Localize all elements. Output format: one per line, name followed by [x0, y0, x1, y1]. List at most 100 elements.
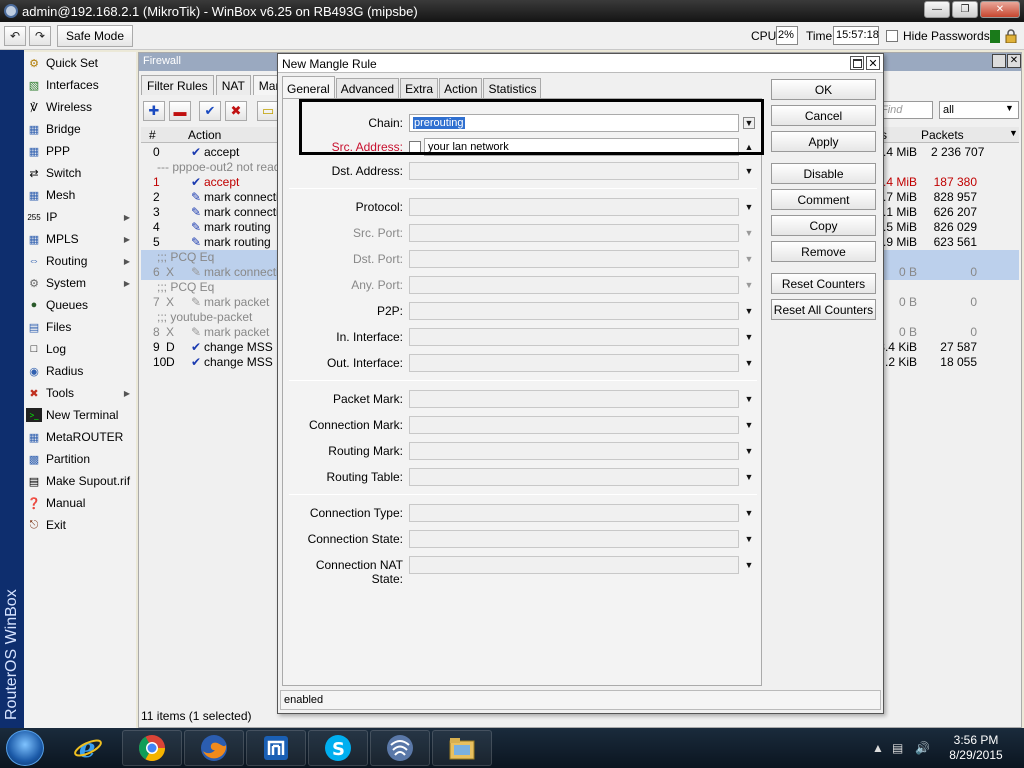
sidebar-item-switch[interactable]: ⇄ Switch — [24, 162, 136, 184]
sidebar-item-exit[interactable]: ⎋ Exit — [24, 514, 136, 536]
connection-mark-dropdown-icon[interactable]: ▼ — [743, 419, 755, 431]
safe-mode-button[interactable]: Safe Mode — [57, 25, 133, 47]
ok-button[interactable]: OK — [771, 79, 876, 100]
disable-rule-button[interactable]: ✖ — [225, 101, 247, 121]
sidebar-item-queues[interactable]: ● Queues — [24, 294, 136, 316]
col-action[interactable]: Action — [188, 128, 221, 142]
routing-mark-dropdown-icon[interactable]: ▼ — [743, 445, 755, 457]
find-input[interactable]: Find — [877, 101, 933, 119]
remove-rule-button[interactable]: ▬ — [169, 101, 191, 121]
firewall-close-button[interactable]: ✕ — [1007, 54, 1021, 68]
disable-button[interactable]: Disable — [771, 163, 876, 184]
connection-type-input[interactable] — [409, 504, 739, 522]
tab-statistics[interactable]: Statistics — [483, 78, 542, 98]
sidebar-item-mpls[interactable]: ▦ MPLS ▶ — [24, 228, 136, 250]
sidebar-item-new-terminal[interactable]: >_ New Terminal — [24, 404, 136, 426]
taskbar-chrome[interactable] — [122, 730, 182, 766]
taskbar-file-explorer[interactable] — [432, 730, 492, 766]
dst-address-dropdown-icon[interactable]: ▼ — [743, 165, 755, 177]
sidebar-item-system[interactable]: ⚙ System ▶ — [24, 272, 136, 294]
columns-dropdown-icon[interactable]: ▼ — [1009, 128, 1018, 138]
sidebar-item-mesh[interactable]: ▦ Mesh — [24, 184, 136, 206]
sidebar-item-metarouter[interactable]: ▦ MetaROUTER — [24, 426, 136, 448]
tab-filter-rules[interactable]: Filter Rules — [141, 75, 214, 95]
sidebar-item-ip[interactable]: 255 IP ▶ — [24, 206, 136, 228]
sidebar-item-ppp[interactable]: ▦ PPP — [24, 140, 136, 162]
close-button[interactable]: ✕ — [980, 1, 1020, 18]
sidebar-item-wireless[interactable]: ℣ Wireless — [24, 96, 136, 118]
reset-all-counters-button[interactable]: Reset All Counters — [771, 299, 876, 320]
sidebar-item-bridge[interactable]: ▦ Bridge — [24, 118, 136, 140]
sidebar-item-routing[interactable]: ⇔ Routing ▶ — [24, 250, 136, 272]
taskbar-skype[interactable]: S — [308, 730, 368, 766]
sidebar-item-partition[interactable]: ▩ Partition — [24, 448, 136, 470]
filter-dropdown-icon[interactable]: ▼ — [1005, 103, 1014, 113]
in-interface-dropdown-icon[interactable]: ▼ — [743, 331, 755, 343]
volume-icon[interactable]: 🔊 — [915, 741, 930, 755]
sidebar-item-radius[interactable]: ◉ Radius — [24, 360, 136, 382]
packet-mark-input[interactable] — [409, 390, 739, 408]
packet-mark-dropdown-icon[interactable]: ▼ — [743, 393, 755, 405]
src-address-negate-checkbox[interactable] — [409, 141, 421, 153]
remove-button[interactable]: Remove — [771, 241, 876, 262]
sidebar-item-log[interactable]: □ Log — [24, 338, 136, 360]
sidebar-item-quick-set[interactable]: ⚙ Quick Set — [24, 52, 136, 74]
sidebar-item-interfaces[interactable]: ▧ Interfaces — [24, 74, 136, 96]
taskbar-maxthon[interactable] — [246, 730, 306, 766]
sidebar-item-tools[interactable]: ✖ Tools ▶ — [24, 382, 136, 404]
out-interface-input[interactable] — [409, 354, 739, 372]
cancel-button[interactable]: Cancel — [771, 105, 876, 126]
col-num[interactable]: # — [149, 128, 156, 142]
in-interface-input[interactable] — [409, 328, 739, 346]
dst-address-input[interactable] — [409, 162, 739, 180]
copy-button[interactable]: Copy — [771, 215, 876, 236]
p2p-input[interactable] — [409, 302, 739, 320]
firewall-maximize-button[interactable] — [992, 54, 1006, 68]
connection-state-input[interactable] — [409, 530, 739, 548]
src-address-input[interactable]: your lan network — [424, 138, 739, 156]
dialog-close-button[interactable]: ✕ — [866, 56, 880, 70]
sidebar-item-manual[interactable]: ❓ Manual — [24, 492, 136, 514]
show-hidden-icons-icon[interactable]: ▲ — [872, 741, 884, 755]
p2p-dropdown-icon[interactable]: ▼ — [743, 305, 755, 317]
tab-advanced[interactable]: Advanced — [335, 78, 400, 98]
enable-rule-button[interactable]: ✔ — [199, 101, 221, 121]
taskbar-firefox[interactable] — [184, 730, 244, 766]
sidebar-item-files[interactable]: ▤ Files — [24, 316, 136, 338]
connection-nat-state-dropdown-icon[interactable]: ▼ — [743, 559, 755, 571]
sidebar-item-make-supout[interactable]: ▤ Make Supout.rif — [24, 470, 136, 492]
connection-type-dropdown-icon[interactable]: ▼ — [743, 507, 755, 519]
add-rule-button[interactable]: ✚ — [143, 101, 165, 121]
routing-mark-input[interactable] — [409, 442, 739, 460]
routing-table-dropdown-icon[interactable]: ▼ — [743, 471, 755, 483]
start-button[interactable] — [6, 730, 44, 766]
taskbar-internet-explorer[interactable]: e — [58, 730, 118, 766]
tab-extra[interactable]: Extra — [400, 78, 439, 98]
chain-dropdown-icon[interactable]: ▼ — [743, 117, 755, 129]
undo-button[interactable]: ↶ — [4, 26, 26, 46]
protocol-dropdown-icon[interactable]: ▼ — [743, 201, 755, 213]
connection-state-dropdown-icon[interactable]: ▼ — [743, 533, 755, 545]
minimize-button[interactable]: — — [924, 1, 950, 18]
connection-nat-state-input[interactable] — [409, 556, 739, 574]
system-clock[interactable]: 3:56 PM 8/29/2015 — [946, 733, 1006, 763]
tab-nat[interactable]: NAT — [215, 75, 251, 95]
dialog-maximize-button[interactable] — [850, 56, 864, 70]
src-address-collapse-icon[interactable]: ▲ — [743, 141, 755, 153]
network-icon[interactable]: ▤ — [892, 741, 903, 755]
comment-rule-button[interactable]: ▭ — [257, 101, 279, 121]
routing-table-input[interactable] — [409, 468, 739, 486]
comment-button[interactable]: Comment — [771, 189, 876, 210]
protocol-input[interactable] — [409, 198, 739, 216]
chain-select[interactable]: prerouting — [409, 114, 739, 132]
taskbar-winbox[interactable] — [370, 730, 430, 766]
hide-passwords-checkbox[interactable] — [886, 30, 898, 42]
redo-button[interactable]: ↷ — [29, 26, 51, 46]
col-packets[interactable]: Packets — [921, 128, 964, 142]
tab-general[interactable]: General — [282, 76, 335, 98]
maximize-button[interactable]: ❐ — [952, 1, 978, 18]
out-interface-dropdown-icon[interactable]: ▼ — [743, 357, 755, 369]
reset-counters-button[interactable]: Reset Counters — [771, 273, 876, 294]
connection-mark-input[interactable] — [409, 416, 739, 434]
apply-button[interactable]: Apply — [771, 131, 876, 152]
